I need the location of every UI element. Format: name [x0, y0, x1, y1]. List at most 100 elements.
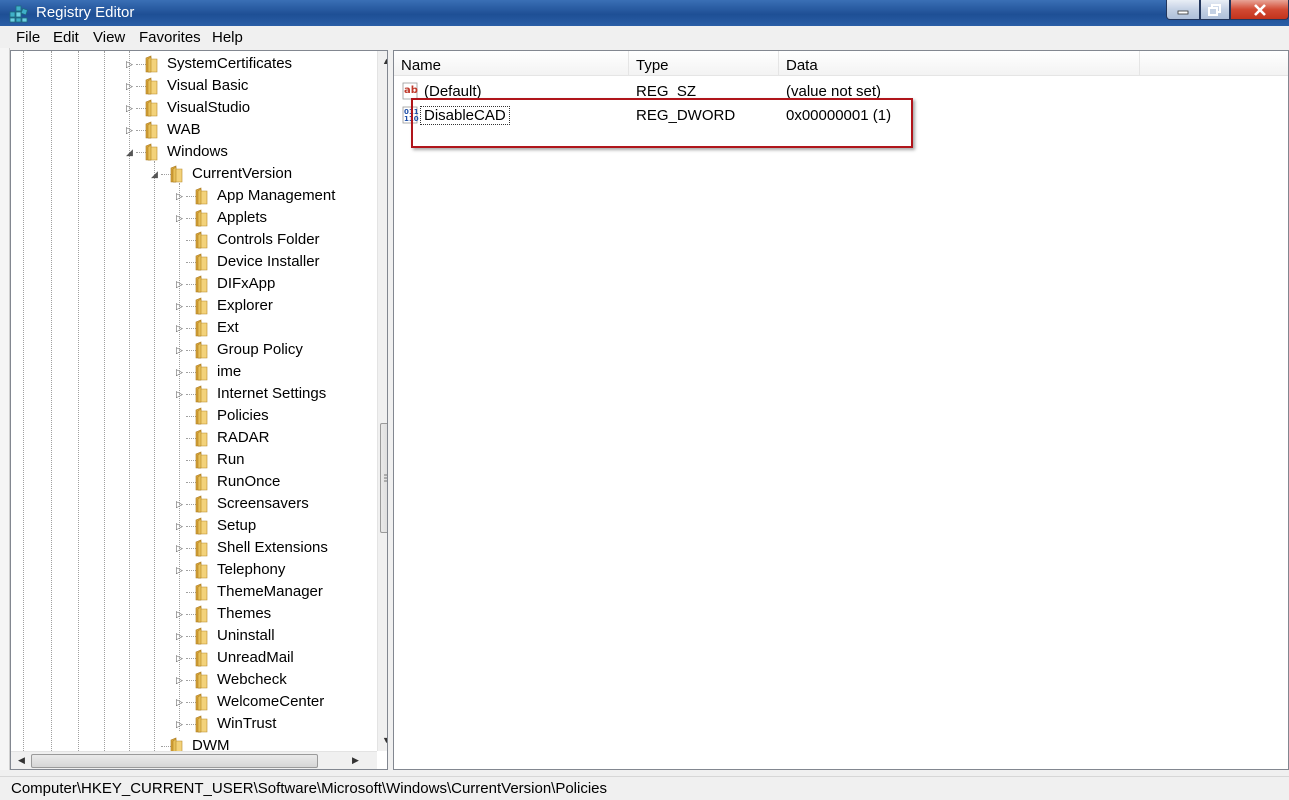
- tree-item[interactable]: ▷ VisualStudio: [126, 97, 376, 119]
- expand-arrow-icon[interactable]: ▷: [126, 103, 136, 113]
- tree-item[interactable]: ▷ App Management: [176, 185, 387, 207]
- scroll-right-arrow-icon[interactable]: ▶: [347, 752, 364, 769]
- tree-item-label: Shell Extensions: [217, 539, 328, 556]
- tree-item[interactable]: Run: [176, 449, 387, 471]
- expand-arrow-icon[interactable]: ▷: [126, 81, 136, 91]
- expand-arrow-icon[interactable]: ▷: [176, 389, 186, 399]
- menu-file[interactable]: File: [16, 29, 40, 46]
- close-button[interactable]: [1230, 0, 1289, 20]
- restore-icon: [1208, 3, 1221, 16]
- expand-arrow-icon[interactable]: ▷: [176, 565, 186, 575]
- expand-arrow-icon[interactable]: ▷: [176, 719, 186, 729]
- tree-item[interactable]: Controls Folder: [176, 229, 387, 251]
- tree-guide-line: [78, 51, 79, 751]
- menu-view[interactable]: View: [93, 29, 125, 46]
- menu-favorites[interactable]: Favorites: [139, 29, 201, 46]
- scroll-left-arrow-icon[interactable]: ◀: [13, 752, 30, 769]
- expand-arrow-icon[interactable]: ▷: [176, 543, 186, 553]
- tree-item[interactable]: ▷ Explorer: [176, 295, 387, 317]
- menu-help[interactable]: Help: [212, 29, 243, 46]
- tree-item[interactable]: ▷ Internet Settings: [176, 383, 387, 405]
- folder-icon: [195, 583, 208, 601]
- scrollbar-thumb[interactable]: [380, 423, 387, 533]
- expand-arrow-icon[interactable]: ▷: [176, 653, 186, 663]
- tree-item[interactable]: ▷ WelcomeCenter: [176, 691, 387, 713]
- menu-edit[interactable]: Edit: [53, 29, 79, 46]
- column-header-data[interactable]: Data: [779, 51, 1140, 76]
- scroll-up-arrow-icon[interactable]: ▲: [378, 53, 387, 70]
- tree-item[interactable]: ▷ DIFxApp: [176, 273, 387, 295]
- folder-icon: [195, 561, 208, 579]
- tree-item[interactable]: ▷ Shell Extensions: [176, 537, 387, 559]
- values-list[interactable]: Name Type Data ab (Default) REG_SZ (valu…: [393, 50, 1289, 770]
- tree-item-label: Themes: [217, 605, 272, 622]
- tree-item[interactable]: ▷ Ext: [176, 317, 387, 339]
- expand-arrow-icon[interactable]: ▷: [176, 345, 186, 355]
- folder-icon: [145, 121, 158, 139]
- horizontal-scrollbar-thumb[interactable]: [31, 754, 318, 768]
- minimize-button[interactable]: [1166, 0, 1200, 20]
- expand-arrow-icon[interactable]: ▷: [176, 697, 186, 707]
- tree-item[interactable]: Policies: [176, 405, 387, 427]
- column-header-filler: [1140, 51, 1288, 76]
- column-header-label: Type: [636, 57, 669, 74]
- tree-item[interactable]: ▷ UnreadMail: [176, 647, 387, 669]
- tree-item[interactable]: ThemeManager: [176, 581, 387, 603]
- tree-item[interactable]: RADAR: [176, 427, 387, 449]
- expand-arrow-icon[interactable]: ▷: [176, 191, 186, 201]
- expand-arrow-icon[interactable]: ▷: [176, 521, 186, 531]
- expand-arrow-icon[interactable]: ▷: [176, 279, 186, 289]
- tree-item-label: CurrentVersion: [192, 165, 293, 182]
- collapse-arrow-icon[interactable]: ◢: [151, 169, 161, 179]
- tree-item-label: ime: [217, 363, 242, 380]
- expand-arrow-icon[interactable]: ▷: [176, 301, 186, 311]
- tree-item[interactable]: ▷ Telephony: [176, 559, 387, 581]
- expand-arrow-icon[interactable]: ▷: [176, 367, 186, 377]
- expand-arrow-icon[interactable]: ▷: [176, 499, 186, 509]
- registry-tree[interactable]: ▷ SystemCertificates ▷ Visual Basic ▷ VisualS…: [10, 50, 388, 770]
- tree-item[interactable]: ▷ WinTrust: [176, 713, 387, 735]
- tree-item[interactable]: ▷ SystemCertificates: [126, 53, 376, 75]
- tree-item[interactable]: ◢ CurrentVersion: [151, 163, 387, 185]
- restore-button[interactable]: [1200, 0, 1230, 20]
- expand-arrow-icon[interactable]: ▷: [176, 323, 186, 333]
- folder-icon: [195, 693, 208, 711]
- tree-vertical-scrollbar[interactable]: ▲ ▼: [377, 51, 387, 751]
- tree-item-label: WelcomeCenter: [217, 693, 325, 710]
- expand-arrow-icon[interactable]: ▷: [176, 609, 186, 619]
- window-title: Registry Editor: [36, 4, 135, 21]
- collapse-arrow-icon[interactable]: ◢: [126, 147, 136, 157]
- tree-item[interactable]: ▷ Visual Basic: [126, 75, 376, 97]
- tree-item[interactable]: ▷ Applets: [176, 207, 387, 229]
- folder-icon: [195, 297, 208, 315]
- tree-horizontal-scrollbar[interactable]: ◀ ▶: [11, 751, 377, 769]
- column-header-type[interactable]: Type: [629, 51, 779, 76]
- tree-item[interactable]: Device Installer: [176, 251, 387, 273]
- tree-item[interactable]: ▷ Screensavers: [176, 493, 387, 515]
- tree-item[interactable]: ◢ Windows: [126, 141, 376, 163]
- tree-item-label: Screensavers: [217, 495, 309, 512]
- expand-arrow-icon[interactable]: ▷: [176, 631, 186, 641]
- tree-item[interactable]: RunOnce: [176, 471, 387, 493]
- tree-connector: [151, 741, 161, 751]
- expand-arrow-icon[interactable]: ▷: [176, 675, 186, 685]
- tree-item[interactable]: ▷ WAB: [126, 119, 376, 141]
- expand-arrow-icon[interactable]: ▷: [126, 125, 136, 135]
- expand-arrow-icon[interactable]: ▷: [176, 213, 186, 223]
- expand-arrow-icon[interactable]: ▷: [126, 59, 136, 69]
- scroll-down-arrow-icon[interactable]: ▼: [378, 732, 387, 749]
- tree-item[interactable]: ▷ Setup: [176, 515, 387, 537]
- folder-icon: [195, 187, 208, 205]
- column-header-label: Name: [401, 57, 442, 74]
- tree-item[interactable]: ▷ Webcheck: [176, 669, 387, 691]
- column-header-name[interactable]: Name: [394, 51, 629, 76]
- tree-item-label: Ext: [217, 319, 239, 336]
- background-window-edge: [0, 48, 10, 770]
- folder-icon: [170, 165, 183, 183]
- tree-item-label: Setup: [217, 517, 257, 534]
- tree-item[interactable]: ▷ Group Policy: [176, 339, 387, 361]
- tree-item[interactable]: ▷ Uninstall: [176, 625, 387, 647]
- tree-item[interactable]: ▷ Themes: [176, 603, 387, 625]
- tree-item[interactable]: ▷ ime: [176, 361, 387, 383]
- tree-guide-line: [154, 161, 155, 751]
